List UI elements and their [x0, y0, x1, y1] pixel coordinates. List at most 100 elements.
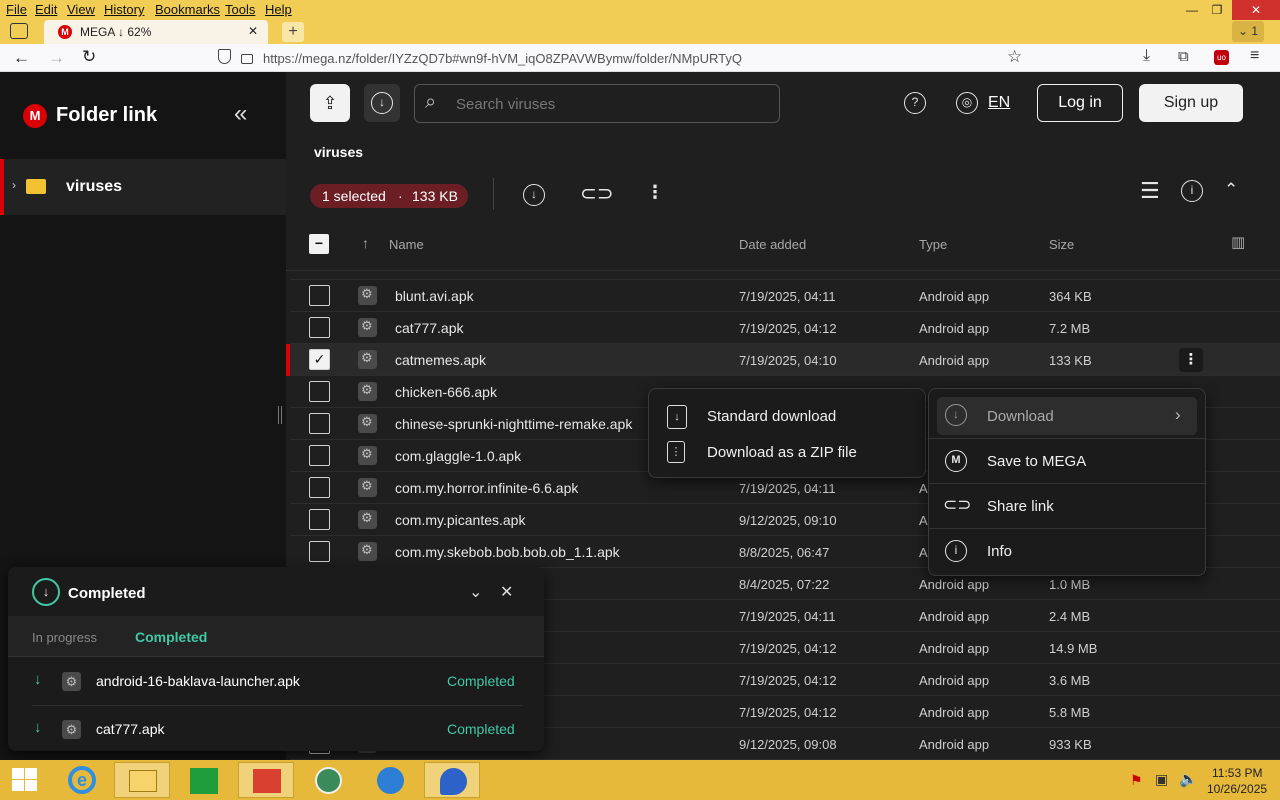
downloads-icon[interactable]: ⤓ [1143, 47, 1150, 65]
menu-tools[interactable]: Tools [225, 2, 255, 17]
reload-icon[interactable]: ↻ [82, 47, 96, 67]
store-icon[interactable] [176, 762, 232, 798]
restore-button[interactable]: ❐ [1205, 0, 1229, 20]
file-explorer-icon[interactable] [114, 762, 170, 798]
minimize-button[interactable]: — [1180, 0, 1204, 20]
tree-item-viruses[interactable]: › viruses [0, 159, 286, 215]
minimize-panel-icon[interactable]: ⌄ [469, 582, 482, 602]
column-size[interactable]: Size [1049, 237, 1074, 252]
internet-explorer-icon[interactable]: e [54, 762, 110, 798]
file-date: 7/19/2025, 04:12 [739, 321, 837, 336]
selection-link-icon[interactable]: ⊂⊃ [580, 181, 614, 206]
globe-app-icon[interactable] [300, 762, 356, 798]
info-icon[interactable]: i [1181, 180, 1203, 202]
row-checkbox[interactable] [309, 541, 330, 562]
file-name: catmemes.apk [395, 352, 487, 368]
collapse-sidebar-icon[interactable]: « [234, 100, 247, 128]
action-center-icon[interactable]: ⚑ [1130, 772, 1143, 789]
search-input[interactable]: ⌕ Search viruses [414, 84, 780, 123]
table-row[interactable]: ✓ catmemes.apk 7/19/2025, 04:10 Android app… [286, 344, 1280, 376]
blue-swirl-icon[interactable] [362, 762, 418, 798]
menu-view[interactable]: View [67, 2, 95, 17]
tab-in-progress[interactable]: In progress [32, 630, 97, 645]
hamburger-menu-icon[interactable]: ≡ [1250, 47, 1259, 65]
select-all-checkbox[interactable]: − [309, 234, 329, 254]
transfer-panel-title: Completed [68, 585, 146, 602]
row-checkbox[interactable] [309, 413, 330, 434]
login-button[interactable]: Log in [1037, 84, 1123, 122]
share-link-item[interactable]: Share link [987, 498, 1054, 515]
windows-start-icon[interactable] [12, 768, 38, 792]
download-icon: ↓ [371, 92, 393, 114]
file-type: Android app [919, 321, 990, 336]
globe-icon[interactable]: ◎ [956, 92, 978, 114]
menu-history[interactable]: History [104, 2, 144, 17]
file-name: com.my.picantes.apk [395, 512, 526, 528]
browser-app-icon[interactable] [424, 762, 480, 798]
close-tab-icon[interactable]: ✕ [248, 24, 258, 38]
selection-download-icon[interactable]: ↓ [523, 184, 545, 206]
download-zip-item[interactable]: Download as a ZIP file [707, 444, 857, 461]
clock-date[interactable]: 10/26/2025 [1207, 782, 1267, 796]
network-icon[interactable]: ▣ [1155, 771, 1168, 788]
row-checkbox[interactable] [309, 445, 330, 466]
table-row[interactable]: blunt.avi.apk 7/19/2025, 04:11 Android app… [290, 280, 1280, 312]
ublock-icon[interactable]: uo [1214, 50, 1229, 65]
volume-icon[interactable]: 🔈 [1179, 770, 1198, 788]
row-more-icon[interactable]: ⋮ [1179, 348, 1203, 372]
row-checkbox[interactable] [309, 509, 330, 530]
tab-list-button[interactable]: ⌄ 1 [1232, 21, 1264, 42]
apk-file-icon: ⚙ [62, 672, 81, 691]
info-item[interactable]: Info [987, 543, 1012, 560]
selection-more-icon[interactable]: ⋮ [646, 182, 664, 203]
row-checkbox[interactable] [309, 285, 330, 306]
row-checkbox[interactable] [309, 317, 330, 338]
chevron-right-icon: › [1175, 405, 1181, 424]
file-size: 133 KB [1049, 353, 1092, 368]
language-selector[interactable]: EN [988, 94, 1010, 112]
tab-mega[interactable]: M MEGA ↓ 62% ✕ [44, 20, 268, 44]
column-type[interactable]: Type [919, 237, 947, 252]
lock-icon[interactable] [241, 54, 253, 64]
app-red-icon[interactable] [238, 762, 294, 798]
column-settings-icon[interactable]: ▥ [1231, 233, 1245, 251]
extensions-icon[interactable]: ⧉ [1178, 48, 1189, 65]
chevron-right-icon[interactable]: › [12, 178, 16, 192]
new-tab-button[interactable]: + [282, 22, 304, 42]
menu-file[interactable]: File [6, 2, 27, 17]
tab-completed[interactable]: Completed [135, 629, 207, 645]
row-checkbox[interactable]: ✓ [309, 349, 330, 370]
close-window-button[interactable]: ✕ [1232, 0, 1280, 20]
column-name[interactable]: Name [389, 237, 424, 252]
tree-item-label: viruses [66, 178, 123, 195]
sort-arrow-icon[interactable]: ↑ [362, 235, 369, 251]
back-icon[interactable]: ← [13, 48, 30, 68]
bookmark-star-icon[interactable]: ☆ [1007, 47, 1022, 67]
standard-download-item[interactable]: Standard download [707, 408, 836, 425]
upload-icon[interactable]: ⇪ [310, 84, 350, 122]
clock-time[interactable]: 11:53 PM [1212, 766, 1262, 780]
collapse-up-icon[interactable]: ⌃ [1224, 180, 1238, 200]
sidebar-resize-handle[interactable] [278, 406, 282, 424]
menu-bookmarks[interactable]: Bookmarks [155, 2, 220, 17]
column-date[interactable]: Date added [739, 237, 806, 252]
chevron-down-icon: ⌄ [1237, 24, 1252, 38]
help-icon[interactable]: ? [904, 92, 926, 114]
download-menu-item[interactable]: ↓ Download › [937, 397, 1197, 435]
file-type: Android app [919, 577, 990, 592]
url-field[interactable]: https://mega.nz/folder/IYZzQD7b#wn9f-hVM… [263, 51, 742, 66]
forward-icon[interactable]: → [48, 48, 65, 68]
download-button[interactable]: ↓ [364, 84, 400, 122]
row-checkbox[interactable] [309, 477, 330, 498]
close-panel-icon[interactable]: ✕ [500, 582, 513, 602]
menu-help[interactable]: Help [265, 2, 292, 17]
menu-edit[interactable]: Edit [35, 2, 57, 17]
transfer-tabs: In progress Completed [8, 616, 544, 656]
row-checkbox[interactable] [309, 381, 330, 402]
save-to-mega-item[interactable]: Save to MEGA [987, 453, 1086, 470]
table-row[interactable]: cat777.apk 7/19/2025, 04:12 Android app 7.2… [290, 312, 1280, 344]
list-view-icon[interactable]: ☰ [1140, 178, 1160, 204]
signup-button[interactable]: Sign up [1139, 84, 1243, 122]
tab-overview-icon[interactable] [10, 23, 28, 39]
shield-icon[interactable] [218, 49, 231, 64]
